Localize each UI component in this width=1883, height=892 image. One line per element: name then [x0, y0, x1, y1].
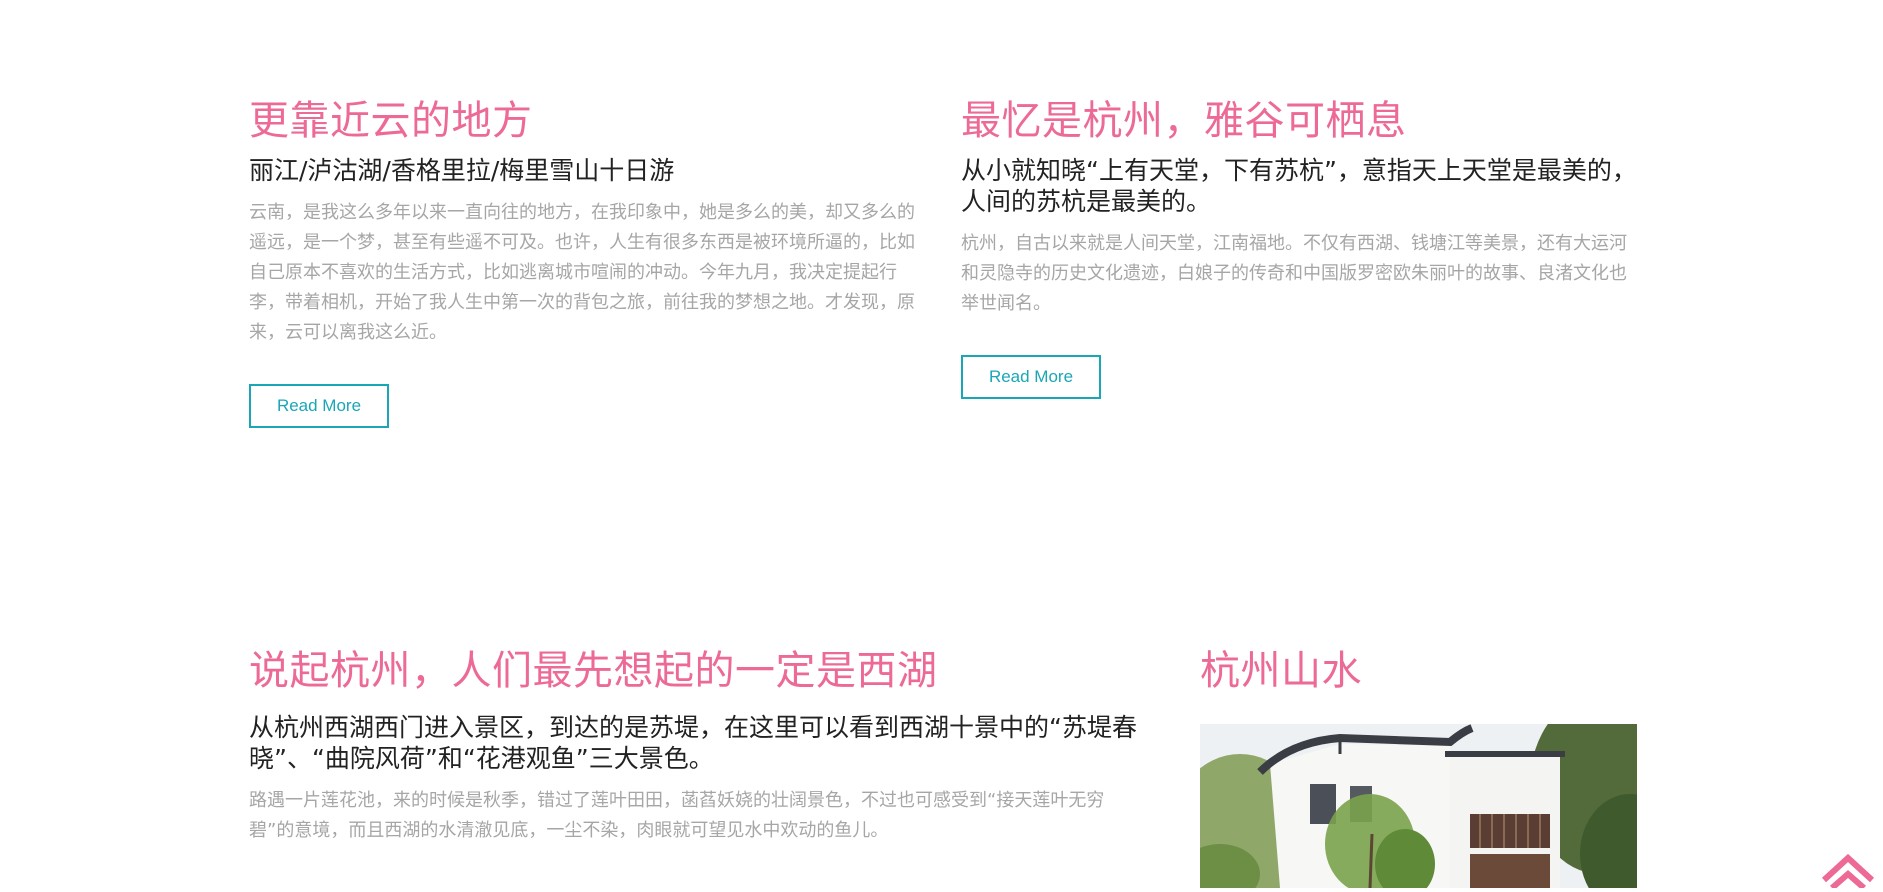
article-description: 杭州，自古以来就是人间天堂，江南福地。不仅有西湖、钱塘江等美景，还有大运河和灵隐… — [961, 233, 1627, 314]
hangzhou-building-photo — [1200, 724, 1637, 888]
article-subtitle: 从小就知晓“上有天堂，下有苏杭”，意指天上天堂是最美的，人间的苏杭是最美的。 — [961, 156, 1637, 216]
double-chevron-up-icon — [1821, 853, 1875, 891]
article-title: 说起杭州，人们最先想起的一定是西湖 — [249, 648, 938, 694]
article-title: 最忆是杭州，雅谷可栖息 — [961, 98, 1407, 144]
article-title: 杭州山水 — [1200, 648, 1362, 694]
article-card-hangzhou: 最忆是杭州，雅谷可栖息 从小就知晓“上有天堂，下有苏杭”，意指天上天堂是最美的，… — [961, 97, 1637, 319]
article-title: 更靠近云的地方 — [249, 98, 533, 144]
article-description: 路遇一片莲花池，来的时候是秋季，错过了莲叶田田，菡萏妖娆的壮阔景色，不过也可感受… — [249, 790, 1105, 841]
article-card-west-lake: 说起杭州，人们最先想起的一定是西湖 从杭州西湖西门进入景区，到达的是苏堤，在这里… — [249, 647, 1149, 846]
photo-illustration — [1200, 724, 1637, 888]
read-more-button[interactable]: Read More — [249, 384, 389, 428]
read-more-button[interactable]: Read More — [961, 355, 1101, 399]
article-card-yunnan: 更靠近云的地方 丽江/泸沽湖/香格里拉/梅里雪山十日游 云南，是我这么多年以来一… — [249, 97, 929, 348]
scroll-to-top-button[interactable] — [1818, 840, 1878, 891]
article-description: 云南，是我这么多年以来一直向往的地方，在我印象中，她是多么的美，却又多么的遥远，… — [249, 202, 915, 343]
article-subtitle: 丽江/泸沽湖/香格里拉/梅里雪山十日游 — [249, 156, 675, 185]
article-card-landscape: 杭州山水 — [1200, 647, 1637, 695]
article-subtitle: 从杭州西湖西门进入景区，到达的是苏堤，在这里可以看到西湖十景中的“苏堤春晓”、“… — [249, 713, 1137, 773]
